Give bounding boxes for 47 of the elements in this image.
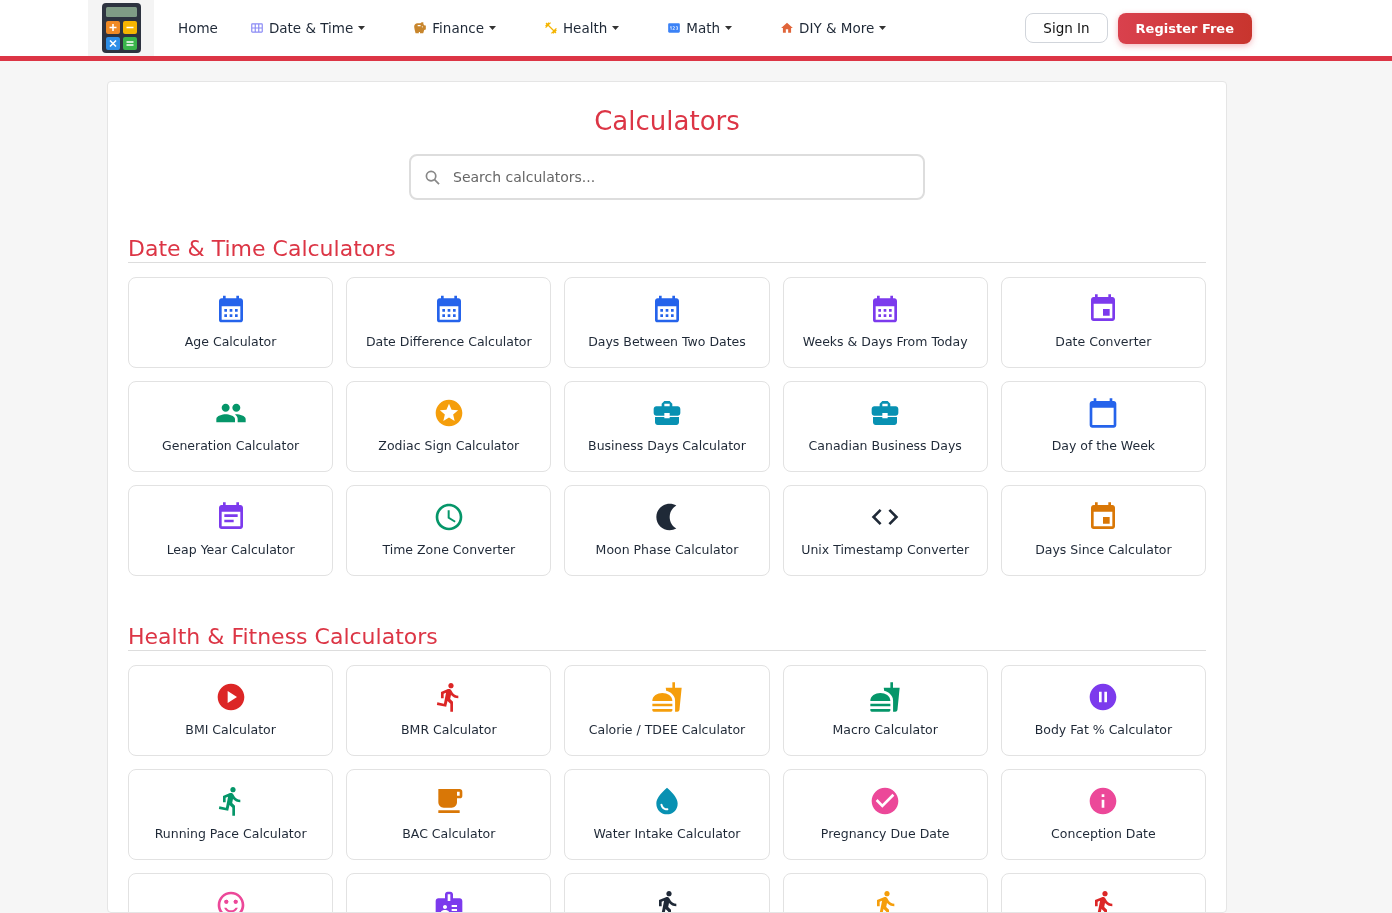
register-button[interactable]: Register Free bbox=[1117, 12, 1252, 44]
section-heading: Health & Fitness Calculators bbox=[128, 624, 1206, 651]
search-field[interactable]: Search calculators... bbox=[409, 154, 925, 200]
calculator-card[interactable]: Unix Timestamp Converter bbox=[782, 485, 988, 576]
calculator-card[interactable]: Generation Calculator bbox=[128, 381, 334, 472]
calculator-card[interactable]: Age Calculator bbox=[128, 277, 334, 368]
nav-menu[interactable]: DIY & More bbox=[772, 14, 895, 42]
calculator-card[interactable]: Weeks & Days From Today bbox=[782, 277, 988, 368]
calculator-card[interactable]: Business Days Calculator bbox=[564, 381, 770, 472]
calculator-card[interactable]: Canadian Business Days bbox=[782, 381, 988, 472]
calculator-card[interactable]: Conception Date bbox=[1000, 769, 1206, 860]
calculator-card[interactable]: Pregnancy Due Date bbox=[782, 769, 988, 860]
calculator-card[interactable]: BAC Calculator bbox=[346, 769, 552, 860]
calculator-logo[interactable] bbox=[100, 2, 142, 54]
calculator-card[interactable]: Body Fat % Calculator bbox=[1000, 665, 1206, 756]
search-icon bbox=[425, 170, 440, 185]
page-title: Calculators bbox=[593, 106, 741, 136]
calculator-card[interactable]: Macro Calculator bbox=[782, 665, 988, 756]
calculator-card[interactable]: BMR Calculator bbox=[346, 665, 552, 756]
calculator-card[interactable]: Day of the Week bbox=[1000, 381, 1206, 472]
nav-menu[interactable]: Finance bbox=[405, 14, 504, 42]
calculator-card[interactable]: Leap Year Calculator bbox=[128, 485, 334, 576]
calculator-card[interactable]: Time Zone Converter bbox=[346, 485, 552, 576]
sign-in-button[interactable]: Sign In bbox=[1025, 13, 1108, 43]
calculator-card[interactable]: Days Between Two Dates bbox=[564, 277, 770, 368]
calculator-card[interactable]: Calorie / TDEE Calculator bbox=[564, 665, 770, 756]
nav-menu[interactable]: Date & Time bbox=[241, 14, 374, 42]
calculator-card[interactable]: Date Difference Calculator bbox=[346, 277, 552, 368]
calendar-icon bbox=[249, 21, 264, 35]
calculator-card[interactable]: Date Converter bbox=[1000, 277, 1206, 368]
nav-menu[interactable]: Health bbox=[535, 14, 628, 42]
calculator-card[interactable]: Zodiac Sign Calculator bbox=[346, 381, 552, 472]
nav-link[interactable]: Home bbox=[170, 14, 226, 42]
nav-menu[interactable]: Math bbox=[659, 14, 741, 42]
caret-icon bbox=[612, 26, 620, 30]
calculator-card[interactable]: Days Since Calculator bbox=[1000, 485, 1206, 576]
calculator-card[interactable]: BMI Calculator bbox=[128, 665, 334, 756]
calculator-card[interactable]: Moon Phase Calculator bbox=[564, 485, 770, 576]
calculator-card[interactable]: Water Intake Calculator bbox=[564, 769, 770, 860]
caret-icon bbox=[358, 26, 366, 30]
caret-icon bbox=[725, 26, 733, 30]
calculator-card[interactable]: Running Pace Calculator bbox=[128, 769, 334, 860]
caret-icon bbox=[488, 26, 496, 30]
numbers-icon bbox=[667, 21, 682, 35]
caret-icon bbox=[879, 26, 887, 30]
section-heading: Date & Time Calculators bbox=[128, 236, 1206, 263]
house-icon bbox=[780, 21, 795, 35]
